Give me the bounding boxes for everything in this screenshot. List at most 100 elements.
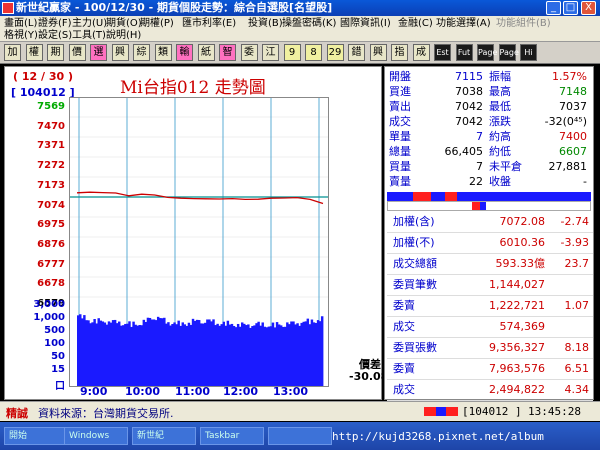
menu-item[interactable]: 金融(C) xyxy=(398,17,433,30)
status-badge: 精誠 xyxy=(6,407,28,420)
toolbar-button[interactable]: 興 xyxy=(369,44,387,61)
taskbar-item[interactable]: 新世紀 xyxy=(132,427,196,445)
toolbar-button[interactable]: 江 xyxy=(262,44,279,61)
stat-row: 委賣 1,222,721 1.07 xyxy=(387,295,593,317)
quote-value: 22 xyxy=(469,175,483,188)
toolbar-button[interactable]: 價 xyxy=(68,44,86,61)
toolbar-button[interactable]: Page xyxy=(477,44,497,61)
quote-label: 振幅 xyxy=(489,70,511,83)
quote-label: 買量 xyxy=(389,160,411,173)
quote-row: 賣量 22 收盤 - xyxy=(385,174,593,189)
toolbar-button[interactable]: Hi xyxy=(520,44,537,61)
stat-change: 23.7 xyxy=(564,257,590,270)
toolbar-button[interactable]: 9 xyxy=(283,44,301,61)
toolbar-button[interactable]: 紙 xyxy=(197,44,215,61)
volume-tick-label: 3,000 xyxy=(33,299,65,310)
quote-label: 未平倉 xyxy=(489,160,522,173)
quote-label: 開盤 xyxy=(389,70,411,83)
menu-item[interactable]: 操盤密碼(K) xyxy=(282,17,336,30)
toolbar-button[interactable]: 委 xyxy=(240,44,258,61)
quote-label: 賣出 xyxy=(389,100,411,113)
time-tick-label: 10:00 xyxy=(125,385,161,398)
price-tick-label: 7371 xyxy=(37,140,65,152)
toolbar-button[interactable]: 加 xyxy=(4,44,21,61)
toolbar-button[interactable]: 輸 xyxy=(176,44,193,61)
chart-title: Mi台指012 走勢圖 xyxy=(120,78,266,98)
menu-item[interactable]: 功能選擇(A) xyxy=(436,17,491,30)
menu-item[interactable]: 匯市利率(E) xyxy=(182,17,236,30)
quote-label: 總量 xyxy=(389,145,411,158)
quote-row: 買進 7038 最高 7148 xyxy=(385,84,593,99)
taskbar-item[interactable]: Taskbar xyxy=(200,427,264,445)
status-time: 13:45:28 xyxy=(528,405,581,418)
toolbar-button[interactable]: 智 xyxy=(219,44,236,61)
price-tick-label: 7074 xyxy=(37,199,65,211)
taskbar-item[interactable]: 開始 xyxy=(4,427,68,445)
menu-item[interactable]: 工具(T) xyxy=(72,29,106,42)
taskbar-item[interactable]: Windows xyxy=(64,427,128,445)
price-tick-label: 6975 xyxy=(37,219,65,231)
stat-value: 593.33億 xyxy=(495,257,546,270)
maximize-button[interactable]: □ xyxy=(563,1,578,15)
toolbar-button[interactable]: 權 xyxy=(25,44,43,61)
stat-change: 6.51 xyxy=(564,362,590,375)
menu-item[interactable]: 說明(H) xyxy=(106,29,141,42)
menu-item[interactable]: 功能組件(B) xyxy=(496,17,551,30)
toolbar-button[interactable]: 29 xyxy=(326,44,344,61)
volume-tick-label: 1,000 xyxy=(33,312,65,323)
toolbar-button[interactable]: 期 xyxy=(47,44,64,61)
quote-label: 最低 xyxy=(489,100,511,113)
toolbar-button[interactable]: 綜 xyxy=(133,44,150,61)
stat-value: 9,356,327 xyxy=(489,341,545,354)
market-stats: 加權(含) 7072.08 -2.74 加權(不) 6010.36 -3.93 成交總額 59… xyxy=(385,211,593,401)
stat-label: 成交 xyxy=(393,383,415,396)
menu-item[interactable]: 期權(P) xyxy=(140,17,174,30)
price-tick-label: 7569 xyxy=(37,101,65,112)
toolbar-button[interactable]: 選 xyxy=(90,44,107,61)
y-axis-labels: 7569 7470 7371 7272 7173 7074 6975 6876 6777 6678… xyxy=(5,67,65,397)
toolbar-button[interactable]: 8 xyxy=(305,44,322,61)
toolbar-button[interactable]: 指 xyxy=(391,44,408,61)
toolbar-button[interactable]: Est xyxy=(434,44,451,61)
stat-row: 成交 574,369 xyxy=(387,316,593,338)
quote-row: 成交 7042 漲跌 -32(0⁴⁵) xyxy=(385,114,593,129)
menu-item[interactable]: 格視(Y) xyxy=(4,29,38,42)
quote-value: 7 xyxy=(476,160,483,173)
time-tick-label: 9:00 xyxy=(80,385,108,398)
toolbar-button[interactable]: 類 xyxy=(154,44,172,61)
stat-label: 加權(含) xyxy=(393,215,435,228)
quote-value: 66,405 xyxy=(444,145,484,158)
toolbar-button[interactable]: Page xyxy=(498,44,519,61)
taskbar-item[interactable] xyxy=(268,427,332,445)
status-code: [104012 ] xyxy=(462,405,522,418)
quote-value: 27,881 xyxy=(548,160,588,173)
toolbar-button[interactable]: Fut xyxy=(455,44,473,61)
toolbar-button[interactable]: 興 xyxy=(111,44,129,61)
volume-tick-label: 15 xyxy=(51,364,65,375)
menu-item[interactable]: 國際資訊(I) xyxy=(340,17,391,30)
quote-summary: 開盤 7115 振幅 1.57% 買進 7038 最高 7148 賣出 7042 最低 7037 成交 7… xyxy=(385,69,593,191)
app-icon xyxy=(2,2,14,14)
stat-label: 成交 xyxy=(393,320,415,333)
stat-row: 成交總額 593.33億 23.7 xyxy=(387,253,593,275)
close-button[interactable]: X xyxy=(581,1,596,15)
quote-row: 開盤 7115 振幅 1.57% xyxy=(385,69,593,84)
bid-ask-bar xyxy=(387,192,591,201)
stat-row: 委賣 7,963,576 6.51 xyxy=(387,358,593,380)
menu-item[interactable]: 設定(S) xyxy=(38,29,72,42)
toolbar-button[interactable]: 錯 xyxy=(348,44,365,61)
price-tick-label: 7470 xyxy=(37,120,65,132)
stat-change: -2.74 xyxy=(560,215,589,228)
menu-item[interactable]: 投資(B) xyxy=(248,17,283,30)
toolbar-button[interactable]: 成 xyxy=(412,44,430,61)
stat-label: 委賣 xyxy=(393,299,415,312)
minimize-button[interactable]: _ xyxy=(546,1,561,15)
quote-label: 賣量 xyxy=(389,175,411,188)
price-tick-label: 7173 xyxy=(37,179,65,191)
stat-label: 加權(不) xyxy=(393,236,435,249)
data-source: 資料來源：台灣期貨交易所. xyxy=(38,407,174,420)
stat-label: 委買張數 xyxy=(393,341,437,354)
stat-label: 成交總額 xyxy=(393,257,437,270)
price-tick-label: 7272 xyxy=(37,160,65,172)
time-tick-label: 11:00 xyxy=(175,385,211,398)
